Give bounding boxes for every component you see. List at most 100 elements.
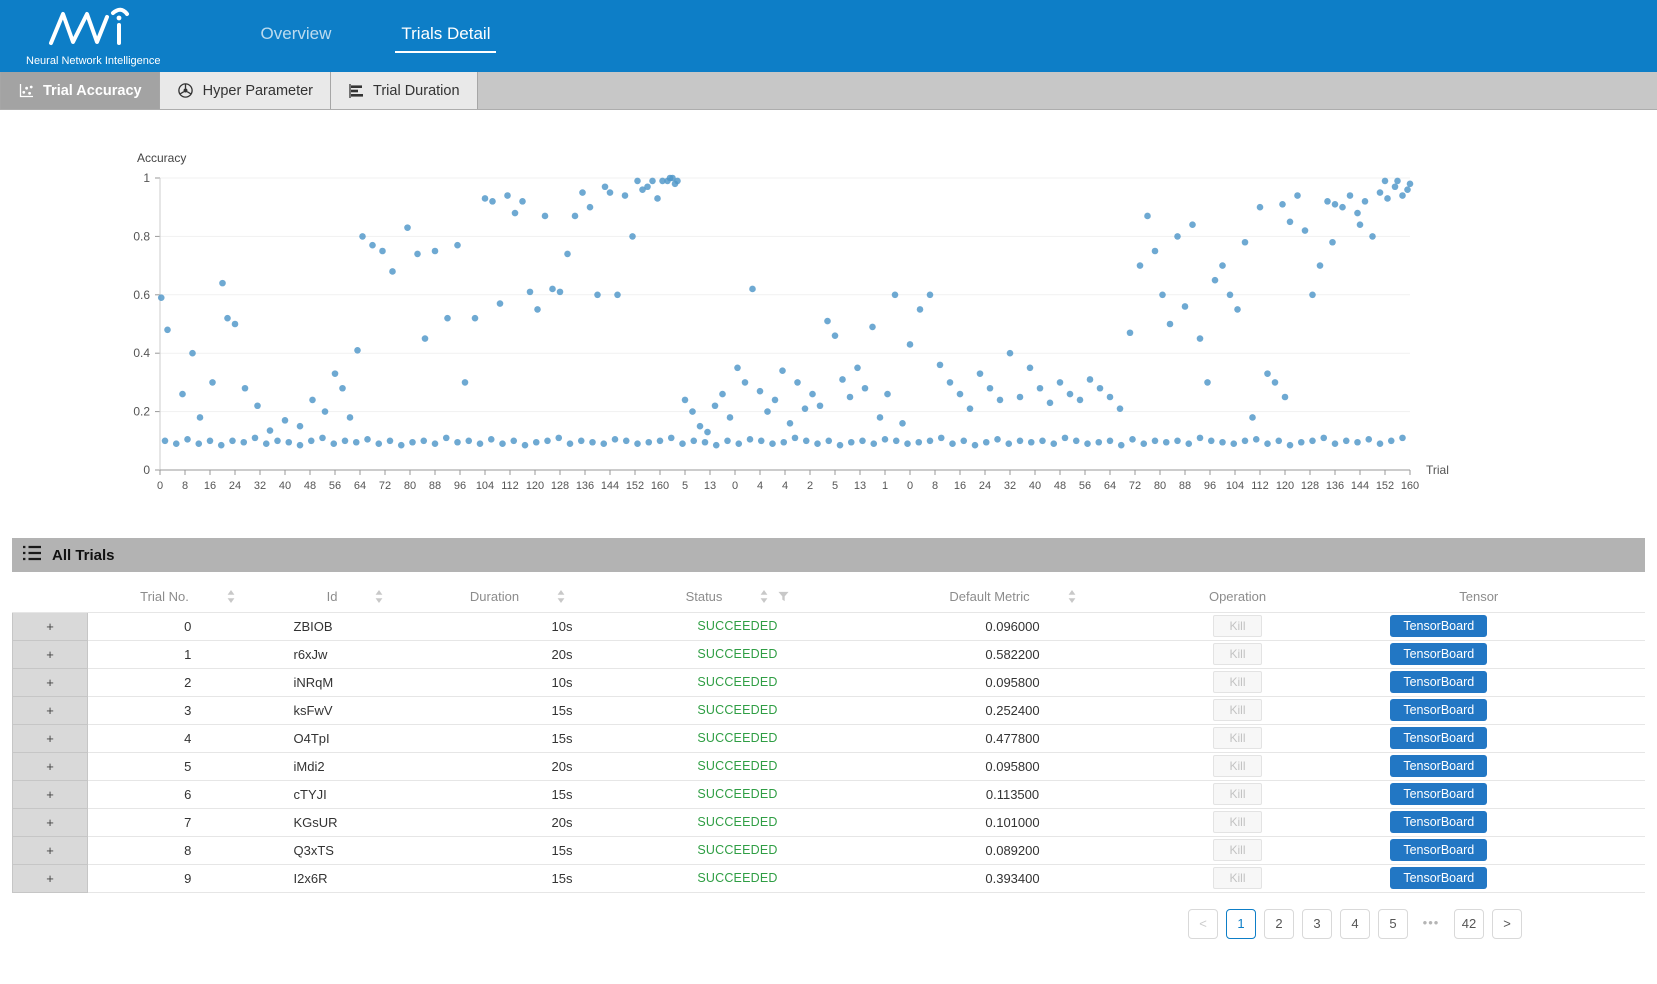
scatter-point	[184, 436, 191, 443]
scatter-point	[938, 435, 945, 442]
filter-icon[interactable]	[778, 591, 789, 602]
expand-row-button[interactable]: +	[13, 864, 88, 892]
next-page-button[interactable]: >	[1492, 909, 1522, 939]
scatter-point	[657, 438, 664, 445]
scatter-point	[899, 420, 906, 427]
kill-button: Kill	[1213, 671, 1261, 693]
scatter-point	[1037, 385, 1044, 392]
expand-row-button[interactable]: +	[13, 668, 88, 696]
scatter-point	[444, 315, 451, 322]
column-header-status: Status	[613, 582, 863, 612]
scatter-point	[1039, 438, 1046, 445]
sort-icon[interactable]	[375, 590, 383, 603]
scatter-point	[379, 248, 386, 255]
scatter-point	[522, 442, 529, 449]
scatter-point	[330, 440, 337, 447]
scatter-point	[1057, 379, 1064, 386]
view-tab-trial-accuracy[interactable]: Trial Accuracy	[0, 72, 160, 109]
scatter-point	[644, 183, 651, 190]
scatter-point	[1399, 435, 1406, 442]
x-tick-label: 24	[979, 480, 991, 492]
page-button-42[interactable]: 42	[1454, 909, 1484, 939]
expand-row-button[interactable]: +	[13, 724, 88, 752]
expand-row-button[interactable]: +	[13, 612, 88, 640]
tensorboard-button[interactable]: TensorBoard	[1390, 783, 1487, 805]
x-tick-label: 160	[651, 480, 669, 492]
scatter-point	[432, 440, 439, 447]
page-button-3[interactable]: 3	[1302, 909, 1332, 939]
scatter-point	[572, 213, 579, 220]
column-header-id: Id	[288, 582, 423, 612]
scatter-point	[1230, 440, 1237, 447]
page-button-5[interactable]: 5	[1378, 909, 1408, 939]
tensorboard-button[interactable]: TensorBoard	[1390, 839, 1487, 861]
prev-page-button: <	[1188, 909, 1218, 939]
expand-row-button[interactable]: +	[13, 780, 88, 808]
scatter-point	[877, 414, 884, 421]
sort-icon[interactable]	[760, 590, 768, 603]
tensorboard-button[interactable]: TensorBoard	[1390, 671, 1487, 693]
y-tick-label: 0.2	[133, 405, 150, 419]
scatter-point	[564, 251, 571, 258]
table-row: +9I2x6R15sSUCCEEDED0.393400KillTensorBoa…	[13, 864, 1646, 892]
nav-tab-overview[interactable]: Overview	[255, 0, 338, 72]
trials-table-head: Trial No.IdDurationStatusDefault MetricO…	[13, 582, 1646, 612]
expand-row-button[interactable]: +	[13, 696, 88, 724]
sort-icon[interactable]	[557, 590, 565, 603]
column-header-label: Tensor	[1459, 589, 1498, 604]
scatter-point	[623, 438, 630, 445]
scatter-point	[240, 439, 247, 446]
scatter-point	[197, 414, 204, 421]
tensorboard-button[interactable]: TensorBoard	[1390, 727, 1487, 749]
x-tick-label: 160	[1401, 480, 1419, 492]
scatter-point	[1394, 178, 1401, 185]
tensorboard-button[interactable]: TensorBoard	[1390, 643, 1487, 665]
tensorboard-button[interactable]: TensorBoard	[1390, 811, 1487, 833]
kill-button: Kill	[1213, 867, 1261, 889]
tensorboard-button[interactable]: TensorBoard	[1390, 699, 1487, 721]
scatter-point	[432, 248, 439, 255]
kill-button: Kill	[1213, 699, 1261, 721]
scatter-point	[749, 286, 756, 293]
page-button-2[interactable]: 2	[1264, 909, 1294, 939]
scatter-point	[654, 195, 661, 202]
scatter-point	[704, 429, 711, 436]
default-metric-cell: 0.113500	[863, 780, 1163, 808]
scatter-point	[1407, 181, 1414, 188]
scatter-point	[519, 198, 526, 205]
expand-row-button[interactable]: +	[13, 752, 88, 780]
scatter-point	[1242, 438, 1249, 445]
expand-row-button[interactable]: +	[13, 836, 88, 864]
table-row: +5iMdi220sSUCCEEDED0.095800KillTensorBoa…	[13, 752, 1646, 780]
view-tab-trial-duration[interactable]: Trial Duration	[331, 72, 478, 109]
view-tab-hyper-parameter[interactable]: Hyper Parameter	[160, 72, 331, 109]
chart-canvas: Accuracy00.20.40.60.81081624324048566472…	[0, 110, 1657, 510]
y-tick-label: 0	[143, 463, 150, 477]
sort-icon[interactable]	[1068, 590, 1076, 603]
scatter-point	[1298, 439, 1305, 446]
scatter-point	[1294, 192, 1301, 199]
tensorboard-button[interactable]: TensorBoard	[1390, 615, 1487, 637]
x-tick-label: 1	[882, 480, 888, 492]
scatter-point	[322, 408, 329, 415]
scatter-point	[274, 438, 281, 445]
scatter-point	[1362, 198, 1369, 205]
x-tick-label: 128	[1301, 480, 1319, 492]
expand-column-header	[13, 582, 88, 612]
x-tick-label: 88	[429, 480, 441, 492]
tensorboard-button[interactable]: TensorBoard	[1390, 755, 1487, 777]
expand-row-button[interactable]: +	[13, 808, 88, 836]
nav-tab-trials-detail[interactable]: Trials Detail	[395, 0, 496, 72]
page-button-4[interactable]: 4	[1340, 909, 1370, 939]
tensorboard-button[interactable]: TensorBoard	[1390, 867, 1487, 889]
scatter-point	[544, 438, 551, 445]
table-row: +1r6xJw20sSUCCEEDED0.582200KillTensorBoa…	[13, 640, 1646, 668]
page-button-1[interactable]: 1	[1226, 909, 1256, 939]
sort-icon[interactable]	[227, 590, 235, 603]
scatter-point	[893, 438, 900, 445]
kill-button: Kill	[1213, 727, 1261, 749]
scatter-point	[375, 440, 382, 447]
scatter-point	[1047, 400, 1054, 407]
x-tick-label: 16	[204, 480, 216, 492]
expand-row-button[interactable]: +	[13, 640, 88, 668]
